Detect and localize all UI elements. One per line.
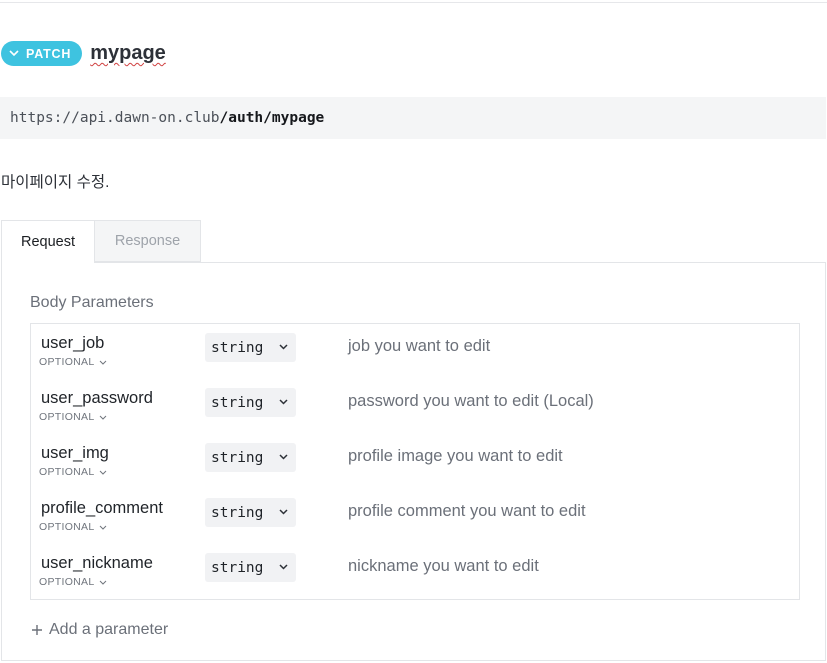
optional-label: OPTIONAL [39,466,95,478]
chevron-down-icon [279,399,288,405]
request-panel: Body Parameters user_job OPTIONAL string… [1,262,826,661]
type-select[interactable]: string [205,333,296,362]
optional-toggle[interactable]: OPTIONAL [39,576,107,588]
optional-toggle[interactable]: OPTIONAL [39,411,107,423]
endpoint-header: PATCH mypage [1,41,166,66]
parameter-row: user_nickname OPTIONAL string nickname y… [31,544,799,599]
method-badge[interactable]: PATCH [1,41,83,66]
plus-icon [32,625,42,635]
type-value: string [211,339,264,356]
optional-toggle[interactable]: OPTIONAL [39,466,107,478]
type-value: string [211,394,264,411]
type-value: string [211,449,264,466]
chevron-down-icon [279,509,288,515]
parameter-name: user_password [41,389,153,407]
optional-label: OPTIONAL [39,411,95,423]
parameter-row: user_img OPTIONAL string profile image y… [31,434,799,489]
add-parameter-label: Add a parameter [49,621,169,638]
type-value: string [211,559,264,576]
parameter-name: profile_comment [41,499,163,517]
optional-toggle[interactable]: OPTIONAL [39,521,107,533]
parameter-description: password you want to edit (Local) [348,392,594,410]
parameter-description: profile comment you want to edit [348,502,586,520]
tab-request[interactable]: Request [1,220,95,263]
chevron-down-icon [99,360,106,365]
type-select[interactable]: string [205,553,296,582]
body-parameters-title: Body Parameters [30,294,154,311]
top-divider [0,2,827,3]
optional-label: OPTIONAL [39,356,95,368]
url-base: https://api.dawn-on.club [10,110,220,126]
parameter-row: user_password OPTIONAL string password y… [31,379,799,434]
chevron-down-icon [99,470,106,475]
type-value: string [211,504,264,521]
optional-toggle[interactable]: OPTIONAL [39,356,107,368]
parameter-name: user_job [41,334,105,352]
parameter-description: profile image you want to edit [348,447,563,465]
type-select[interactable]: string [205,498,296,527]
chevron-down-icon [99,580,106,585]
url-path: /auth/mypage [219,110,325,126]
type-select[interactable]: string [205,388,296,417]
endpoint-title: mypage [90,42,166,64]
method-label: PATCH [26,46,72,61]
chevron-down-icon [279,564,288,570]
chevron-down-icon [99,415,106,420]
chevron-down-icon [279,344,288,350]
parameter-row: profile_comment OPTIONAL string profile … [31,489,799,544]
add-parameter-button[interactable]: Add a parameter [31,621,168,639]
chevron-down-icon [9,50,19,57]
type-select[interactable]: string [205,443,296,472]
parameter-name: user_img [41,444,109,462]
endpoint-description: 마이페이지 수정. [1,174,110,191]
parameter-row: user_job OPTIONAL string job you want to… [31,324,799,379]
parameter-description: nickname you want to edit [348,557,539,575]
tab-response[interactable]: Response [94,220,201,262]
optional-label: OPTIONAL [39,521,95,533]
parameter-table: user_job OPTIONAL string job you want to… [30,323,800,600]
parameter-name: user_nickname [41,554,153,572]
parameter-description: job you want to edit [348,337,491,355]
optional-label: OPTIONAL [39,576,95,588]
endpoint-url: https://api.dawn-on.club/auth/mypage [0,97,826,139]
chevron-down-icon [99,525,106,530]
chevron-down-icon [279,454,288,460]
